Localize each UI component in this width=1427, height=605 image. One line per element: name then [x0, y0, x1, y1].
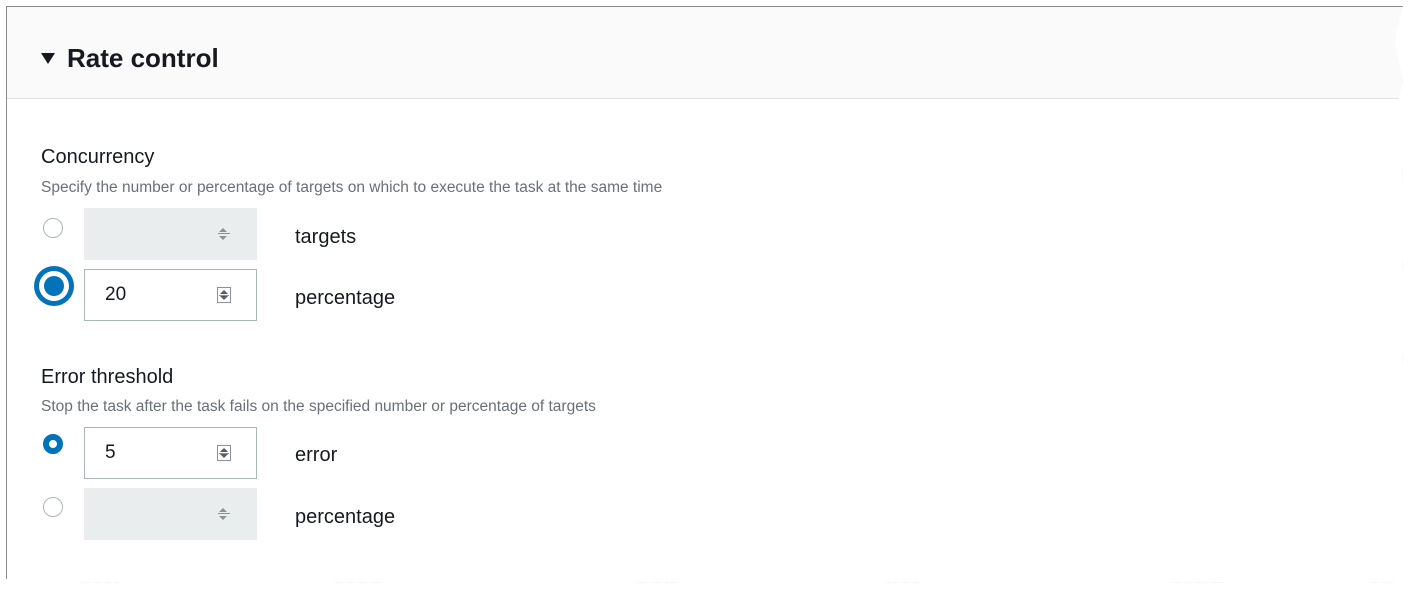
error-threshold-description: Stop the task after the task fails on th… [41, 398, 596, 415]
error-threshold-percentage-input[interactable] [84, 488, 257, 540]
concurrency-percentage-unit: percentage [295, 287, 396, 309]
number-spinner-icon[interactable] [217, 506, 231, 522]
concurrency-percentage-radio[interactable] [34, 266, 74, 306]
number-spinner-icon[interactable] [217, 226, 231, 242]
error-threshold-error-unit: error [295, 444, 338, 466]
caret-down-icon[interactable] [41, 53, 55, 64]
error-threshold-label: Error threshold [41, 366, 174, 388]
concurrency-percentage-value: 20 [105, 284, 127, 305]
section-title: Rate control [67, 43, 219, 73]
concurrency-targets-unit: targets [295, 226, 357, 248]
concurrency-percentage-input[interactable]: 20 [84, 269, 257, 321]
error-threshold-error-value: 5 [105, 442, 116, 463]
error-threshold-percentage-radio[interactable] [43, 497, 63, 517]
error-threshold-error-input[interactable]: 5 [84, 427, 257, 479]
concurrency-targets-input[interactable] [84, 208, 257, 260]
error-threshold-error-radio[interactable] [43, 434, 63, 454]
error-threshold-percentage-unit: percentage [295, 506, 396, 528]
concurrency-targets-radio[interactable] [43, 218, 63, 238]
concurrency-label: Concurrency [41, 146, 155, 168]
concurrency-description: Specify the number or percentage of targ… [41, 179, 663, 196]
rate-control-header[interactable]: Rate control [7, 7, 1403, 99]
number-spinner-icon[interactable] [217, 287, 231, 303]
number-spinner-icon[interactable] [217, 445, 231, 461]
rate-control-panel: Rate control Concurrency Specify the num… [6, 6, 1403, 583]
